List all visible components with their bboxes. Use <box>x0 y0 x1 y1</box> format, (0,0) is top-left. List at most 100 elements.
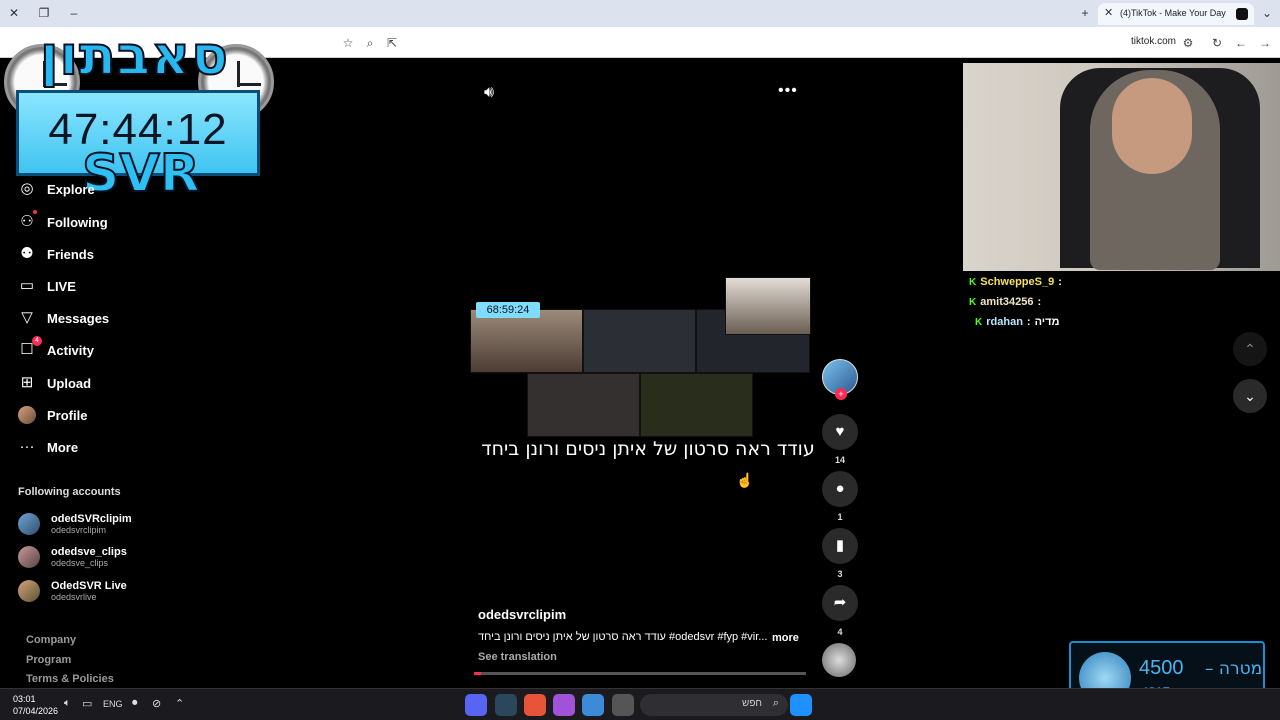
see-translation-link[interactable]: See translation <box>478 651 557 663</box>
more-icon: ··· <box>19 438 35 455</box>
video-tile <box>725 277 811 335</box>
video-tile <box>527 373 640 437</box>
time-text: 03:01 <box>13 694 36 704</box>
svr-tag: SVR <box>81 143 201 205</box>
sidebar-item-more[interactable]: ··· More <box>18 437 79 457</box>
start-menu-icon[interactable] <box>790 694 812 716</box>
footer-link-terms[interactable]: Terms & Policies <box>26 673 114 685</box>
file-explorer-icon[interactable] <box>612 694 634 716</box>
save-button[interactable]: ▮ <box>822 528 858 564</box>
close-tab-icon[interactable]: ✕ <box>1104 6 1113 19</box>
sidebar-item-live[interactable]: ▭ LIVE <box>18 276 76 296</box>
tab-search-icon[interactable]: ⌄ <box>1257 4 1277 22</box>
chat-username: rdahan <box>986 316 1023 328</box>
language-indicator[interactable]: ENG <box>103 699 123 709</box>
site-settings-icon[interactable]: ⚙ <box>1180 35 1196 51</box>
obs-icon[interactable] <box>553 694 575 716</box>
microphone-icon[interactable]: ⏺ <box>132 697 138 710</box>
sidebar-item-label: Friends <box>47 246 94 262</box>
clock-display[interactable]: 03:01 07/04/2026 <box>13 693 58 717</box>
video-tile <box>640 373 753 437</box>
compass-icon: ◎ <box>20 180 34 197</box>
sidebar-item-label: Activity <box>47 342 94 358</box>
goal-label: מטרה – <box>1205 659 1263 679</box>
browser-tab[interactable]: ✕ (4)TikTok - Make Your Day <box>1098 3 1254 25</box>
sidebar-item-profile[interactable]: Profile <box>18 405 87 425</box>
mouse-cursor-icon: ☝ <box>736 472 754 488</box>
steam-icon[interactable] <box>495 694 517 716</box>
upload-icon: ⊞ <box>20 374 34 391</box>
music-disc-icon[interactable] <box>822 643 856 677</box>
share-button[interactable]: ➦ <box>822 585 858 621</box>
chrome-icon[interactable] <box>582 694 604 716</box>
video-author[interactable]: odedsvrclipim <box>478 607 566 622</box>
tiktok-logo-icon <box>1236 8 1248 20</box>
account-name: odedsve_clips <box>51 546 127 558</box>
follow-plus-icon[interactable]: + <box>835 388 847 400</box>
network-icon[interactable]: ⊘ <box>152 697 161 710</box>
video-options-icon[interactable]: ••• <box>778 82 798 100</box>
webcam-face <box>1112 78 1192 174</box>
video-progress-bar[interactable] <box>474 672 806 675</box>
sidebar-item-following[interactable]: ⚇ Following <box>18 210 108 232</box>
sidebar-item-label: Following <box>47 214 108 230</box>
footer-link-program[interactable]: Program <box>26 654 71 666</box>
more-button[interactable]: more <box>772 632 799 644</box>
app-icon[interactable] <box>524 694 546 716</box>
tray-chevron-icon[interactable]: ⌃ <box>175 697 184 710</box>
sidebar-item-explore[interactable]: ◎ Explore <box>18 179 94 199</box>
tab-title: (4)TikTok - Make Your Day <box>1120 8 1226 18</box>
sidebar-item-label: Upload <box>47 375 92 391</box>
reload-icon[interactable]: ↻ <box>1209 35 1225 51</box>
kick-badge-icon: K <box>969 296 977 308</box>
display-icon[interactable]: ▭ <box>82 697 92 710</box>
share-arrow-icon: ➦ <box>833 594 847 611</box>
sidebar-item-messages[interactable]: ▽ Messages <box>18 308 109 328</box>
like-button[interactable]: ♥ <box>822 414 858 450</box>
account-handle: odedsvrlive <box>51 592 97 602</box>
sidebar-item-label: More <box>47 439 79 455</box>
bookmark-icon: ▮ <box>835 537 845 554</box>
comment-button[interactable]: ● <box>822 471 858 507</box>
kick-badge-icon: K <box>975 316 983 328</box>
goal-target: 4500 <box>1139 657 1184 679</box>
previous-video-button[interactable]: ⌃ <box>1233 332 1267 366</box>
share-page-icon[interactable]: ⇱ <box>384 35 400 51</box>
sidebar-item-label: Profile <box>47 407 88 423</box>
back-icon[interactable]: ← <box>1233 35 1249 51</box>
chat-username: SchweppeS_9 <box>980 276 1055 288</box>
following-accounts-title: Following accounts <box>18 486 121 498</box>
activity-badge: 4 <box>32 336 42 346</box>
bookmark-star-icon[interactable]: ☆ <box>340 35 356 51</box>
author-avatar[interactable]: + <box>822 359 858 400</box>
sidebar-item-friends[interactable]: ⚉ Friends <box>18 244 94 264</box>
account-item[interactable]: odedsve_clips odedsve_clips <box>18 542 127 572</box>
footer-link-company[interactable]: Company <box>26 634 76 646</box>
sidebar-item-label: Messages <box>47 310 110 326</box>
share-count: 4 <box>837 627 843 637</box>
account-handle: odedsve_clips <box>51 558 109 568</box>
chat-message: K SchweppeS_9 : <box>969 276 1062 288</box>
speaker-icon[interactable]: 🔈︎ <box>64 697 71 710</box>
discord-icon[interactable] <box>465 694 487 716</box>
zoom-icon[interactable]: ⌕ <box>362 35 378 51</box>
live-icon: ▭ <box>19 277 35 294</box>
comment-icon: ● <box>835 480 845 497</box>
account-item[interactable]: OdedSVR Live odedsvrlive <box>18 576 127 606</box>
new-tab-icon[interactable]: + <box>1075 4 1095 22</box>
sidebar-item-activity[interactable]: ☐ 4 Activity <box>18 336 94 360</box>
taskbar-search[interactable]: חפש ⌕ <box>640 694 788 716</box>
chat-message: K amit34256 : <box>969 296 1042 308</box>
chat-message: K rdahan : מדיה <box>975 316 1060 328</box>
account-item[interactable]: odedSVRclipim odedsvrclipim <box>18 509 132 539</box>
forward-icon[interactable]: → <box>1257 35 1273 51</box>
comment-count: 1 <box>837 512 843 522</box>
like-count: 14 <box>834 455 845 465</box>
next-video-button[interactable]: ⌄ <box>1233 379 1267 413</box>
sidebar-item-upload[interactable]: ⊞ Upload <box>18 373 91 393</box>
following-icon: ⚇ <box>20 213 34 230</box>
url-text[interactable]: tiktok.com <box>1131 36 1176 47</box>
volume-icon[interactable]: 🔊︎ <box>484 84 494 102</box>
avatar <box>18 580 40 602</box>
video-progress-fill <box>474 672 481 675</box>
